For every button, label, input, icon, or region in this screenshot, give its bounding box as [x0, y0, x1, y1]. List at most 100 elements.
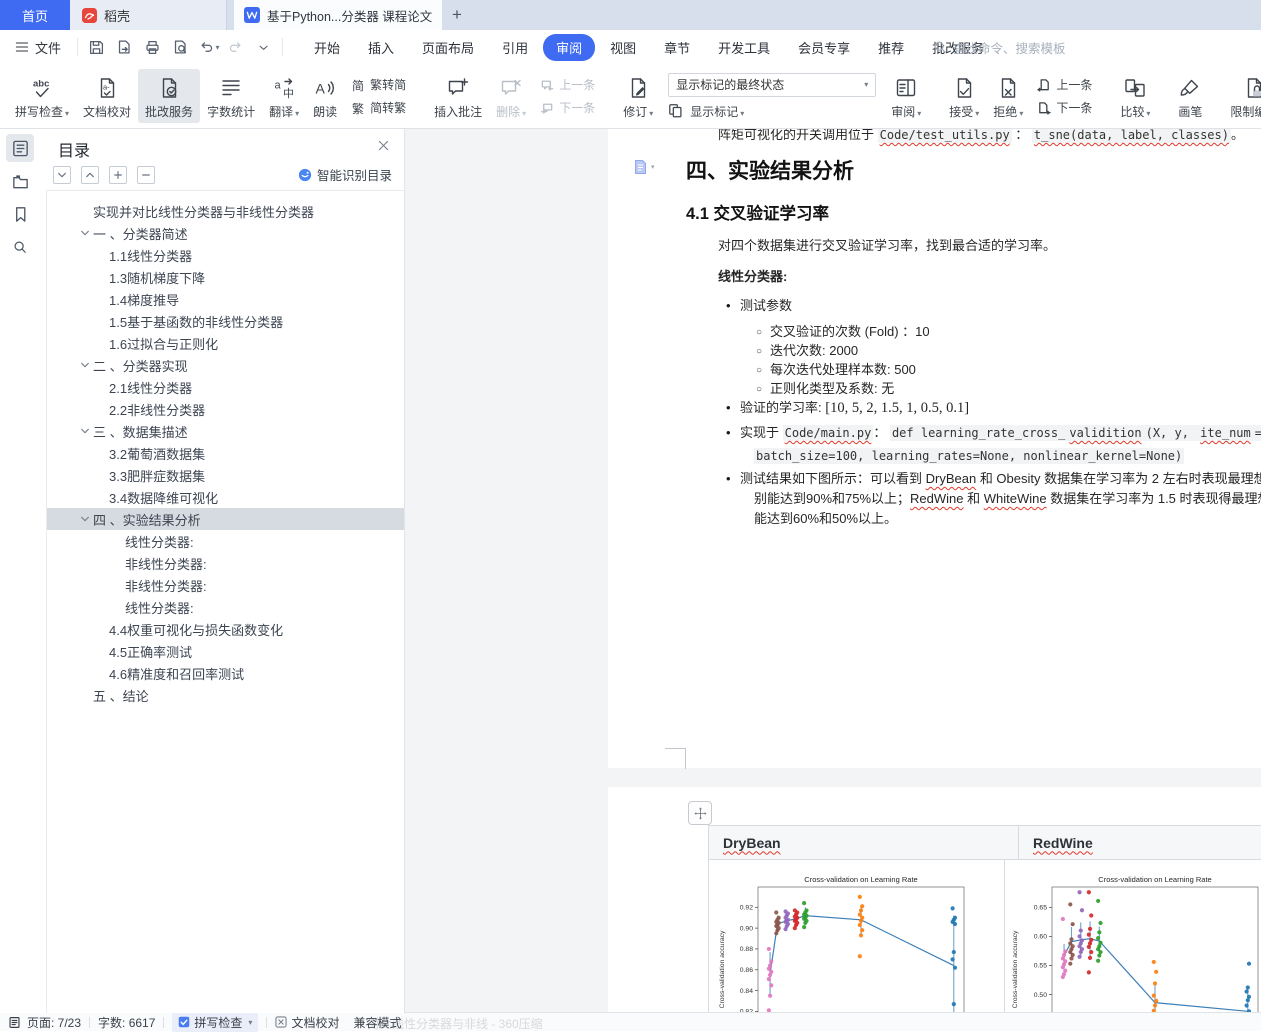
chevron-down-icon[interactable]: [77, 228, 93, 238]
ribbon-button-spellcheck[interactable]: abc 拼写检查 ▾: [8, 69, 76, 123]
toc-item[interactable]: 3.3肥胖症数据集: [47, 464, 404, 486]
toc-item[interactable]: 4.4权重可视化与损失函数变化: [47, 618, 404, 640]
toc-item[interactable]: 四 、实验结果分析: [47, 508, 404, 530]
ribbon-button-ink-brush[interactable]: 画笔: [1171, 69, 1209, 123]
toc-item[interactable]: 非线性分类器:: [47, 574, 404, 596]
toc-item[interactable]: 三 、数据集描述: [47, 420, 404, 442]
toc-item[interactable]: 4.5正确率测试: [47, 640, 404, 662]
toc-item[interactable]: 非线性分类器:: [47, 552, 404, 574]
toc-item[interactable]: 1.3随机梯度下降: [47, 266, 404, 288]
ribbon-button-compare[interactable]: 比较 ▾: [1113, 69, 1157, 123]
toc-item[interactable]: 1.5基于基函数的非线性分类器: [47, 310, 404, 332]
toc-tool-plus[interactable]: [109, 166, 127, 184]
menu-tab-插入[interactable]: 插入: [355, 34, 407, 61]
svg-text:0.60: 0.60: [1034, 934, 1047, 941]
print-icon[interactable]: [140, 35, 164, 59]
toc-tool-chevron-up[interactable]: [81, 166, 99, 184]
smart-toc-button[interactable]: 智能识别目录: [298, 165, 392, 184]
table-move-handle[interactable]: [688, 801, 712, 825]
collapse-icon[interactable]: [252, 35, 276, 59]
ribbon-button-prev-change[interactable]: 上一条: [1037, 76, 1092, 93]
spellcheck-toggle[interactable]: 拼写检查 ▾: [172, 1012, 259, 1032]
undo-icon[interactable]: ▾: [196, 35, 220, 59]
close-icon[interactable]: [377, 139, 390, 152]
table-cell-redwine-chart[interactable]: Cross-validation on Learning Rate Cross-v…: [1005, 860, 1261, 1013]
new-tab-button[interactable]: +: [442, 0, 472, 30]
ribbon-button-next-change[interactable]: 下一条: [1037, 99, 1092, 116]
toc-item[interactable]: 3.4数据降维可视化: [47, 486, 404, 508]
paragraph-style-icon[interactable]: ▾: [633, 159, 655, 175]
toc-item[interactable]: 2.1线性分类器: [47, 376, 404, 398]
ribbon-group: 画笔: [1171, 69, 1209, 123]
ribbon-button-accept-change[interactable]: 接受 ▾: [942, 69, 986, 123]
toc-item[interactable]: 2.2非线性分类器: [47, 398, 404, 420]
tab-home[interactable]: 首页: [0, 0, 70, 30]
chevron-down-icon[interactable]: [77, 514, 93, 524]
toc-item[interactable]: 五 、结论: [47, 684, 404, 706]
redo-icon[interactable]: [224, 35, 248, 59]
ribbon-button-restrict-edit[interactable]: 限制编辑: [1223, 69, 1261, 123]
menu-tab-章节[interactable]: 章节: [651, 34, 703, 61]
rail-bookmark-icon[interactable]: [6, 200, 34, 228]
menu-tab-审阅[interactable]: 审阅: [543, 33, 596, 61]
toc-tool-minus[interactable]: [137, 166, 155, 184]
toc-item[interactable]: 实现并对比线性分类器与非线性分类器: [47, 200, 404, 222]
ribbon-button-track-changes[interactable]: 修订 ▾: [616, 69, 660, 123]
table-cell-drybean-chart[interactable]: Cross-validation on Learning Rate Cross-v…: [709, 860, 1005, 1013]
text-segment: 线性分类器:: [718, 269, 788, 284]
ribbon-button-to-traditional[interactable]: 繁简转繁: [351, 99, 406, 116]
ribbon-button-delete-comment[interactable]: 删除 ▾: [489, 69, 533, 123]
show-markup-button[interactable]: 显示标记 ▾: [668, 103, 876, 120]
chevron-down-icon[interactable]: [77, 360, 93, 370]
ribbon-button-reject-change[interactable]: 拒绝 ▾: [986, 69, 1030, 123]
menu-tab-视图[interactable]: 视图: [597, 34, 649, 61]
table-header-cell[interactable]: RedWine: [1019, 826, 1261, 860]
document-canvas[interactable]: ▾ 阵矩可视化的开关调用位于 Code/test_utils.py ： t_sn…: [404, 129, 1261, 1013]
toc-tool-chevron-down[interactable]: [53, 166, 71, 184]
ribbon-button-read-aloud[interactable]: A 朗读: [306, 69, 344, 123]
menu-tab-会员专享[interactable]: 会员专享: [785, 34, 863, 61]
ribbon-button-translate[interactable]: a 中翻译 ▾: [262, 69, 306, 123]
ribbon-button-to-simplified[interactable]: 简繁转简: [351, 76, 406, 93]
file-menu-button[interactable]: 文件: [0, 38, 73, 57]
proofread-toggle[interactable]: 文档校对: [275, 1014, 339, 1031]
command-search[interactable]: 查找命令、搜索模板: [933, 30, 1066, 64]
ribbon-button-prev-comment[interactable]: 上一条: [540, 76, 595, 93]
rail-chapter-pane-icon[interactable]: [6, 167, 34, 195]
save-icon[interactable]: [84, 35, 108, 59]
button-label: 拼写检查 ▾: [15, 105, 70, 119]
toc-item[interactable]: 线性分类器:: [47, 596, 404, 618]
view-mode-icon[interactable]: [8, 1016, 21, 1029]
toc-item[interactable]: 4.6精准度和召回率测试: [47, 662, 404, 684]
toc-item[interactable]: 1.6过拟合与正则化: [47, 332, 404, 354]
toc-item[interactable]: 一 、分类器简述: [47, 222, 404, 244]
menu-tab-开发工具[interactable]: 开发工具: [705, 34, 783, 61]
table-header-cell[interactable]: DryBean: [709, 826, 1019, 860]
rail-search-icon[interactable]: [6, 233, 34, 261]
toc-item[interactable]: 线性分类器:: [47, 530, 404, 552]
tab-docer[interactable]: 稻壳: [70, 0, 227, 30]
menu-tab-引用[interactable]: 引用: [489, 34, 541, 61]
ribbon-button-reviewers[interactable]: 审阅 ▾: [884, 69, 928, 123]
menu-tab-开始[interactable]: 开始: [301, 34, 353, 61]
toc-item[interactable]: 1.4梯度推导: [47, 288, 404, 310]
preview-icon[interactable]: [168, 35, 192, 59]
markup-state-select[interactable]: 显示标记的最终状态 ▾: [668, 72, 877, 97]
ribbon-button-word-count[interactable]: 字数统计: [200, 69, 262, 123]
ribbon-button-next-comment[interactable]: 下一条: [540, 99, 595, 116]
menu-tab-页面布局[interactable]: 页面布局: [409, 34, 487, 61]
ribbon-button-proofread[interactable]: a- 文档校对: [76, 69, 138, 123]
document-page-7[interactable]: ▾ 阵矩可视化的开关调用位于 Code/test_utils.py ： t_sn…: [608, 129, 1261, 769]
ribbon-button-insert-comment[interactable]: 插入批注: [427, 69, 489, 123]
export-icon[interactable]: [112, 35, 136, 59]
document-page-8[interactable]: DryBean RedWine Cross-validation on Lear…: [608, 787, 1261, 1013]
rail-outline-pane-icon[interactable]: [6, 134, 34, 162]
chevron-down-icon[interactable]: [77, 426, 93, 436]
tab-document[interactable]: 基于Python...分类器 课程论文: [234, 0, 442, 30]
results-table[interactable]: DryBean RedWine Cross-validation on Lear…: [708, 825, 1261, 1013]
ribbon-button-correction-service[interactable]: 批改服务: [138, 69, 201, 123]
toc-item[interactable]: 二 、分类器实现: [47, 354, 404, 376]
toc-item[interactable]: 3.2葡萄酒数据集: [47, 442, 404, 464]
menu-tab-推荐[interactable]: 推荐: [865, 34, 917, 61]
toc-item[interactable]: 1.1线性分类器: [47, 244, 404, 266]
